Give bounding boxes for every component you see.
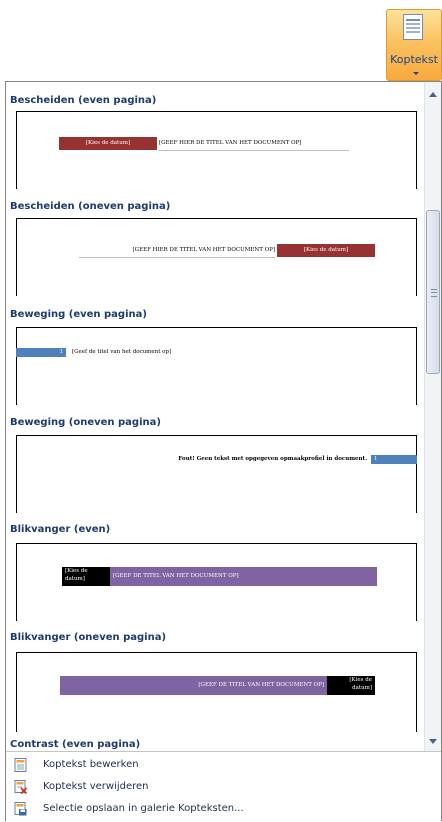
doc-title-placeholder: [GEEF DE TITEL VAN HET DOCUMENT OP] <box>110 567 377 586</box>
scrollbar-thumb[interactable] <box>426 210 440 374</box>
gallery-section-title: Bescheiden (oneven pagina) <box>10 201 171 212</box>
doc-title-placeholder: [Geef de titel van het document op] <box>72 349 172 355</box>
gallery-section-title: Beweging (oneven pagina) <box>10 417 161 428</box>
date-line-2: datum] <box>65 576 85 582</box>
header-menu: Koptekst bewerken Koptekst verwijderen S… <box>6 751 441 822</box>
date-placeholder: [Kies de datum] <box>59 137 157 150</box>
gallery-section-title: Blikvanger (oneven pagina) <box>10 632 167 643</box>
menu-item-edit-header[interactable]: Koptekst bewerken <box>6 755 441 775</box>
menu-label: Koptekst bewerken <box>43 759 139 770</box>
gallery-item-beweging-oneven[interactable]: Fout! Geen tekst met opgegeven opmaakpro… <box>16 435 417 513</box>
menu-item-save-selection[interactable]: Selectie opslaan in galerie Kopteksten..… <box>6 799 441 819</box>
gallery-section-title: Bescheiden (even pagina) <box>10 95 157 106</box>
gallery-item-bescheiden-even[interactable]: [Kies de datum] [GEEF HIER DE TITEL VAN … <box>16 111 417 189</box>
error-text: Fout! Geen tekst met opgegeven opmaakpro… <box>178 456 367 462</box>
gallery-section-title: Contrast (even pagina) <box>10 739 141 750</box>
edit-header-icon <box>14 758 27 772</box>
gallery-section-title: Beweging (even pagina) <box>10 309 147 320</box>
dropdown-arrow-icon <box>413 72 419 75</box>
gallery-scrollbar[interactable] <box>424 82 441 751</box>
date-placeholder: [Kies de datum] <box>277 244 375 257</box>
remove-header-icon <box>14 780 27 794</box>
scroll-up-arrow-icon[interactable] <box>429 92 437 97</box>
save-selection-icon <box>14 802 27 816</box>
page-number-placeholder: 1 <box>16 348 66 357</box>
gallery-item-bescheiden-oneven[interactable]: [GEEF HIER DE TITEL VAN HET DOCUMENT OP]… <box>16 218 417 296</box>
page-number-placeholder: 1 <box>371 455 417 464</box>
header-gallery: Bescheiden (even pagina) [Kies de datum]… <box>6 82 425 751</box>
koptekst-button-label: Koptekst <box>390 53 438 66</box>
date-line-2: datum] <box>352 685 372 691</box>
doc-title-placeholder: [GEEF HIER DE TITEL VAN HET DOCUMENT OP] <box>159 137 349 151</box>
gallery-item-blikvanger-oneven[interactable]: [GEEF DE TITEL VAN HET DOCUMENT OP] [Kie… <box>16 652 417 732</box>
koptekst-dropdown-panel: Bescheiden (even pagina) [Kies de datum]… <box>5 81 442 822</box>
header-document-icon <box>403 14 423 40</box>
doc-title-placeholder: [GEEF DE TITEL VAN HET DOCUMENT OP] <box>60 676 327 695</box>
menu-label: Selectie opslaan in galerie Kopteksten..… <box>43 803 244 814</box>
grip-icon <box>431 289 437 297</box>
koptekst-ribbon-button[interactable]: Koptekst <box>386 9 442 81</box>
gallery-section-title: Blikvanger (even) <box>10 524 111 535</box>
gallery-item-blikvanger-even[interactable]: [Kies de datum] [GEEF DE TITEL VAN HET D… <box>16 543 417 621</box>
date-placeholder: [Kies de datum] <box>327 676 375 695</box>
date-line-1: [Kies de <box>65 568 88 574</box>
menu-label: Koptekst verwijderen <box>43 781 149 792</box>
date-line-1: [Kies de <box>349 677 372 683</box>
gallery-item-beweging-even[interactable]: 1 [Geef de titel van het document op] <box>16 327 417 405</box>
scroll-down-arrow-icon[interactable] <box>429 739 437 744</box>
doc-title-placeholder: [GEEF HIER DE TITEL VAN HET DOCUMENT OP] <box>79 244 275 258</box>
date-placeholder: [Kies de datum] <box>62 567 110 586</box>
menu-item-remove-header[interactable]: Koptekst verwijderen <box>6 777 441 797</box>
